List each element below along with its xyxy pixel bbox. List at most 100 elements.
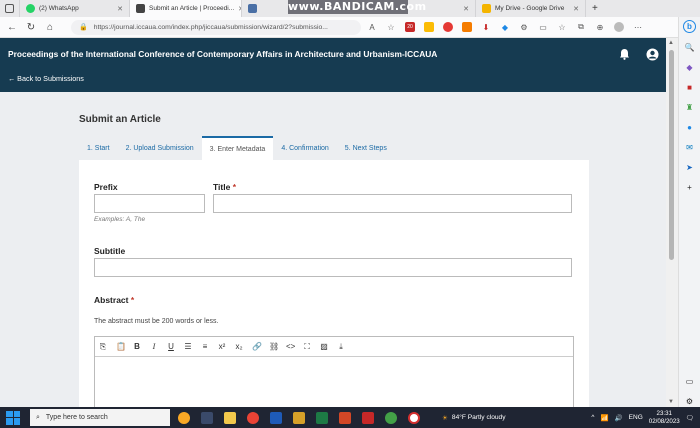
code-icon[interactable]: <>: [286, 342, 295, 351]
tab-start[interactable]: 1. Start: [79, 136, 118, 160]
split-screen-icon[interactable]: ▭: [538, 22, 548, 32]
office-icon[interactable]: ●: [684, 122, 695, 133]
main-content: Submit an Article 1. Start 2. Upload Sub…: [0, 92, 666, 407]
tab-enter-metadata[interactable]: 3. Enter Metadata: [201, 136, 274, 160]
extensions-icon[interactable]: ⚙: [519, 22, 529, 32]
copy-icon[interactable]: ⎘: [99, 342, 107, 352]
bullet-list-icon[interactable]: ☰: [184, 342, 192, 351]
more-options-icon[interactable]: ⋯: [633, 22, 643, 32]
unlink-icon[interactable]: ⛓: [269, 342, 279, 351]
excel-icon[interactable]: [316, 411, 328, 424]
tab-label: My Drive - Google Drive: [495, 5, 565, 12]
abstract-label: Abstract *: [94, 295, 135, 305]
scrollbar-thumb[interactable]: [669, 50, 674, 260]
weather-widget[interactable]: ☀ 84°F Partly cloudy: [442, 414, 506, 422]
clock[interactable]: 23:31 02/08/2023: [649, 410, 680, 426]
link-icon[interactable]: 🔗: [252, 342, 262, 351]
abstract-editor[interactable]: ⎘ 📋 B I U ☰ ≡ x² x₂ 🔗 ⛓ <> ⛶ ▨ ⤓: [94, 336, 574, 407]
journal-title: Proceedings of the International Confere…: [8, 49, 438, 59]
upload-icon[interactable]: ⤓: [337, 342, 345, 352]
new-tab-button[interactable]: +: [586, 0, 604, 17]
profile-avatar-icon[interactable]: [614, 22, 624, 32]
collections-icon[interactable]: ⧉: [576, 22, 586, 32]
cortana-icon[interactable]: [178, 411, 190, 424]
tab-whatsapp[interactable]: (2) WhatsApp ✕: [20, 0, 130, 17]
add-icon[interactable]: +: [684, 182, 695, 193]
send-icon[interactable]: ➤: [684, 162, 695, 173]
italic-icon[interactable]: I: [150, 342, 158, 351]
title-field[interactable]: [213, 194, 572, 213]
image-icon[interactable]: ▨: [320, 342, 328, 351]
numbered-list-icon[interactable]: ≡: [201, 342, 209, 351]
subscript-icon[interactable]: x₂: [235, 342, 243, 351]
drive-icon: [482, 4, 491, 13]
title-label: Title *: [213, 182, 237, 192]
home-icon[interactable]: ⌂: [43, 20, 57, 34]
chess-icon[interactable]: ♜: [684, 102, 695, 113]
folder-icon[interactable]: [293, 411, 305, 424]
close-icon[interactable]: ✕: [573, 5, 579, 13]
metamask-icon[interactable]: [462, 22, 472, 32]
extension-icon[interactable]: 20: [405, 22, 415, 32]
close-icon[interactable]: ✕: [463, 5, 469, 13]
chrome-icon[interactable]: [247, 411, 259, 424]
paste-icon[interactable]: 📋: [116, 342, 126, 351]
back-arrow-icon[interactable]: ←: [5, 20, 19, 34]
tab-label: Submit an Article | Proceedi...: [149, 5, 235, 12]
refresh-icon[interactable]: ↻: [24, 20, 38, 34]
extension-icon[interactable]: [424, 22, 434, 32]
extension-icon[interactable]: ◆: [500, 22, 510, 32]
volume-icon[interactable]: 🔊: [615, 414, 623, 422]
weather-sun-icon: ☀: [442, 414, 448, 422]
layout-icon[interactable]: ▭: [684, 376, 695, 387]
powerpoint-icon[interactable]: [339, 411, 351, 424]
taskbar-search[interactable]: ⌕ Type here to search: [30, 409, 170, 426]
url-text: https://journal.iccaua.com/index.php/jic…: [93, 23, 328, 31]
tag-icon[interactable]: ◆: [684, 62, 695, 73]
wizard-steps: 1. Start 2. Upload Submission 3. Enter M…: [79, 136, 589, 160]
search-icon[interactable]: 🔍: [684, 42, 695, 53]
network-icon[interactable]: 📶: [600, 414, 608, 422]
close-icon[interactable]: ✕: [117, 5, 123, 13]
underline-icon[interactable]: U: [167, 342, 175, 351]
user-account-icon[interactable]: [645, 47, 659, 61]
scroll-up-icon[interactable]: ▲: [668, 40, 674, 46]
word-icon[interactable]: [270, 411, 282, 424]
screenshot-icon[interactable]: ⊕: [595, 22, 605, 32]
superscript-icon[interactable]: x²: [218, 342, 226, 351]
scroll-down-icon[interactable]: ▼: [668, 399, 674, 405]
subtitle-field[interactable]: [94, 258, 572, 277]
page-scrollbar[interactable]: ▲ ▼: [666, 38, 678, 407]
back-to-submissions-link[interactable]: ← Back to Submissions: [8, 74, 84, 83]
tab-google-drive[interactable]: My Drive - Google Drive ✕: [476, 0, 586, 17]
tab-actions-icon[interactable]: [0, 0, 20, 17]
favorites-icon[interactable]: ☆: [557, 22, 567, 32]
favorite-star-icon[interactable]: ☆: [386, 22, 396, 32]
outlook-icon[interactable]: ✉: [684, 142, 695, 153]
tab-submit-article[interactable]: Submit an Article | Proceedi... ✕: [130, 0, 242, 17]
bell-icon[interactable]: [617, 47, 631, 61]
briefcase-icon[interactable]: ■: [684, 82, 695, 93]
language-indicator[interactable]: ENG: [629, 414, 643, 421]
chevron-up-icon[interactable]: ^: [591, 414, 594, 421]
task-view-icon[interactable]: [201, 411, 213, 424]
bing-icon[interactable]: b: [683, 20, 696, 33]
extension-icon[interactable]: ⬇: [481, 22, 491, 32]
bandicam-record-icon[interactable]: [408, 411, 420, 424]
edge-icon[interactable]: [385, 411, 397, 424]
notifications-icon[interactable]: 🗨: [686, 414, 694, 422]
file-explorer-icon[interactable]: [224, 411, 236, 424]
url-field[interactable]: 🔒 https://journal.iccaua.com/index.php/j…: [71, 19, 361, 35]
prefix-label: Prefix: [94, 182, 118, 192]
windows-start-icon[interactable]: [6, 410, 20, 425]
tab-next-steps[interactable]: 5. Next Steps: [337, 136, 395, 160]
tab-confirmation[interactable]: 4. Confirmation: [273, 136, 336, 160]
extension-icon[interactable]: [443, 22, 453, 32]
bold-icon[interactable]: B: [133, 342, 141, 351]
fullscreen-icon[interactable]: ⛶: [303, 342, 311, 352]
settings-gear-icon[interactable]: ⚙: [684, 396, 695, 407]
prefix-field[interactable]: [94, 194, 205, 213]
acrobat-icon[interactable]: [362, 411, 374, 424]
tab-upload-submission[interactable]: 2. Upload Submission: [118, 136, 202, 160]
read-aloud-icon[interactable]: A: [367, 22, 377, 32]
